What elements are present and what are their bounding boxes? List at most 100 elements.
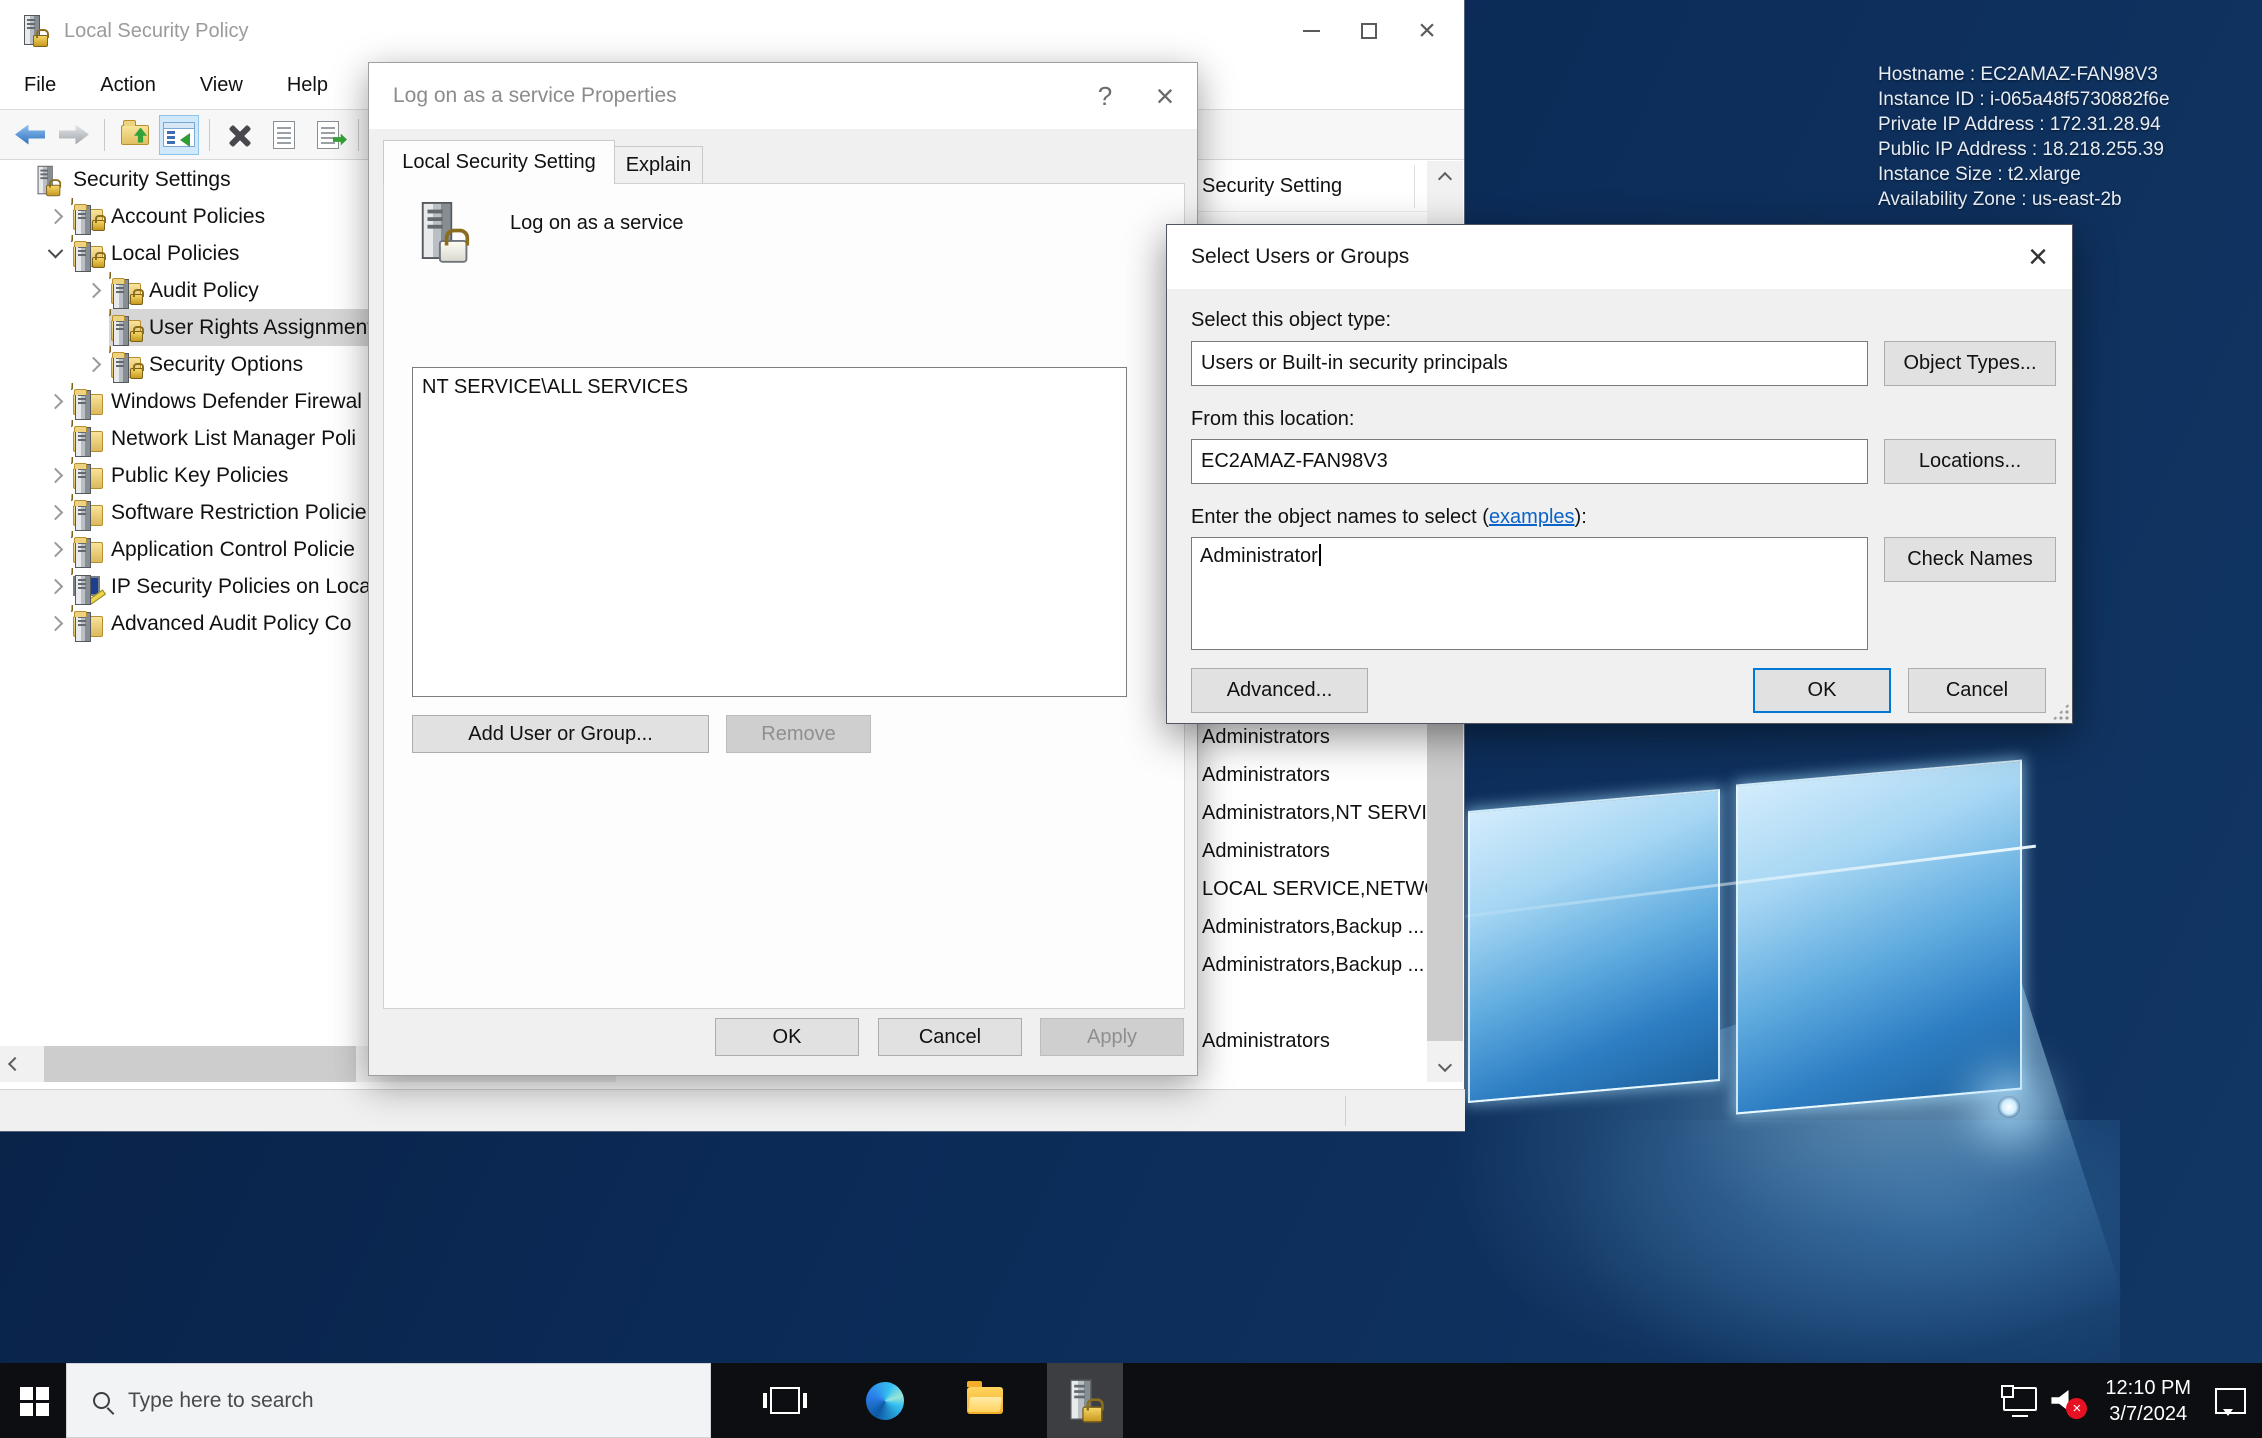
up-one-level-icon[interactable] — [115, 115, 155, 155]
start-button[interactable] — [0, 1363, 66, 1438]
tree-item-label: Audit Policy — [149, 279, 259, 303]
add-user-or-group-button[interactable]: Add User or Group... — [412, 715, 709, 753]
location-label: From this location: — [1191, 408, 1354, 431]
status-bar — [0, 1089, 1465, 1131]
ec2-info-line: Instance ID : i-065a48f5730882f6e — [1878, 87, 2218, 112]
chevron-icon[interactable] — [48, 505, 64, 521]
scroll-left-button[interactable] — [0, 1046, 30, 1082]
action-center-icon[interactable] — [2215, 1388, 2246, 1414]
advanced-button[interactable]: Advanced... — [1191, 668, 1368, 713]
ec2-info-line: Public IP Address : 18.218.255.39 — [1878, 137, 2218, 162]
remove-button[interactable]: Remove — [726, 715, 871, 753]
cancel-button[interactable]: Cancel — [1908, 668, 2046, 713]
forward-icon[interactable] — [54, 115, 94, 155]
tree-item-icon — [73, 538, 103, 562]
close-button[interactable]: × — [1398, 0, 1456, 62]
tab-strip: Local Security Setting Explain — [383, 140, 703, 184]
tree-item-icon — [111, 353, 141, 377]
scroll-up-button[interactable] — [1427, 161, 1463, 196]
window-titlebar[interactable]: Local Security Policy × — [0, 0, 1464, 62]
examples-link[interactable]: examples — [1489, 506, 1575, 528]
security-setting-column-header[interactable]: Security Setting — [1202, 175, 1342, 198]
toolbar-separator — [358, 119, 359, 151]
taskbar-search[interactable]: Type here to search — [66, 1363, 711, 1438]
tree-item-icon — [73, 427, 103, 451]
desktop: Hostname : EC2AMAZ-FAN98V3Instance ID : … — [0, 0, 2262, 1438]
dialog-titlebar[interactable]: Log on as a service Properties ? × — [369, 63, 1197, 129]
dialog-close-button[interactable]: × — [1137, 63, 1193, 129]
back-icon[interactable] — [10, 115, 50, 155]
tree-item-icon — [73, 242, 103, 266]
maximize-button[interactable] — [1340, 0, 1398, 62]
tree-item-label: Security Options — [149, 353, 303, 377]
status-bar-divider — [1345, 1096, 1346, 1126]
ok-button[interactable]: OK — [1753, 668, 1891, 713]
task-view-icon[interactable] — [747, 1363, 823, 1438]
tab-explain[interactable]: Explain — [615, 146, 703, 184]
local-security-policy-icon[interactable] — [1047, 1363, 1123, 1438]
menu-item[interactable]: Help — [267, 74, 352, 97]
assigned-principals-listbox[interactable]: NT SERVICE\ALL SERVICES — [412, 367, 1127, 697]
chevron-icon[interactable] — [48, 243, 64, 259]
local-security-policy-icon — [22, 15, 48, 47]
object-type-label: Select this object type: — [1191, 309, 1391, 332]
check-names-button[interactable]: Check Names — [1884, 537, 2056, 582]
chevron-left-icon — [8, 1057, 22, 1071]
location-value: EC2AMAZ-FAN98V3 — [1201, 450, 1388, 473]
delete-icon[interactable] — [220, 115, 260, 155]
dialog-close-button[interactable]: × — [2010, 225, 2066, 289]
minimize-button[interactable] — [1282, 0, 1340, 62]
ec2-info-line: Availability Zone : us-east-2b — [1878, 187, 2218, 212]
volume-muted-icon[interactable]: × — [2051, 1387, 2081, 1415]
properties-icon[interactable] — [264, 115, 304, 155]
tree-item-label: Account Policies — [111, 205, 265, 229]
tree-item-label: Security Settings — [73, 168, 231, 192]
ec2-info-line: Private IP Address : 172.31.28.94 — [1878, 112, 2218, 137]
edge-browser-icon[interactable] — [847, 1363, 923, 1438]
menu-item[interactable]: Action — [80, 74, 180, 97]
network-icon[interactable] — [2003, 1387, 2037, 1411]
tree-item-label: User Rights Assignment — [149, 316, 373, 340]
apply-button[interactable]: Apply — [1040, 1018, 1184, 1056]
chevron-icon[interactable] — [86, 357, 102, 373]
chevron-icon[interactable] — [48, 542, 64, 558]
list-item[interactable]: NT SERVICE\ALL SERVICES — [422, 373, 1117, 401]
export-list-icon[interactable] — [308, 115, 348, 155]
locations-button[interactable]: Locations... — [1884, 439, 2056, 484]
chevron-icon[interactable] — [48, 394, 64, 410]
menu-item[interactable]: File — [4, 74, 80, 97]
help-icon: ? — [1098, 81, 1112, 112]
search-icon — [93, 1392, 110, 1409]
show-console-tree-icon[interactable] — [159, 115, 199, 155]
scroll-down-button[interactable] — [1427, 1047, 1463, 1082]
cancel-button[interactable]: Cancel — [878, 1018, 1022, 1056]
object-type-field[interactable]: Users or Built-in security principals — [1191, 341, 1868, 386]
ec2-instance-info: Hostname : EC2AMAZ-FAN98V3Instance ID : … — [1878, 62, 2218, 212]
windows-logo-icon — [20, 1387, 33, 1400]
file-explorer-icon[interactable] — [947, 1363, 1023, 1438]
menu-item[interactable]: View — [180, 74, 267, 97]
taskbar-apps — [723, 1363, 1123, 1438]
chevron-icon[interactable] — [86, 283, 102, 299]
chevron-icon[interactable] — [48, 616, 64, 632]
chevron-icon[interactable] — [48, 209, 64, 225]
close-icon: × — [1156, 78, 1175, 115]
chevron-icon[interactable] — [48, 468, 64, 484]
column-divider[interactable] — [1414, 165, 1415, 208]
horizontal-scroll-thumb[interactable] — [44, 1046, 356, 1082]
tree-item-icon — [73, 464, 103, 488]
object-names-input[interactable]: Administrator — [1191, 537, 1868, 650]
ok-button[interactable]: OK — [715, 1018, 859, 1056]
tree-item-label: Advanced Audit Policy Co — [111, 612, 351, 636]
location-field[interactable]: EC2AMAZ-FAN98V3 — [1191, 439, 1868, 484]
resize-grip[interactable] — [2052, 703, 2069, 720]
object-types-button[interactable]: Object Types... — [1884, 341, 2056, 386]
tree-item-icon — [73, 205, 103, 229]
tab-local-security-setting[interactable]: Local Security Setting — [383, 140, 615, 184]
taskbar-clock[interactable]: 12:10 PM 3/7/2024 — [2095, 1375, 2201, 1427]
minimize-icon — [1303, 30, 1320, 32]
dialog-titlebar[interactable]: Select Users or Groups × — [1167, 225, 2072, 289]
chevron-icon[interactable] — [48, 579, 64, 595]
clock-time: 12:10 PM — [2105, 1375, 2191, 1401]
help-button[interactable]: ? — [1077, 63, 1133, 129]
